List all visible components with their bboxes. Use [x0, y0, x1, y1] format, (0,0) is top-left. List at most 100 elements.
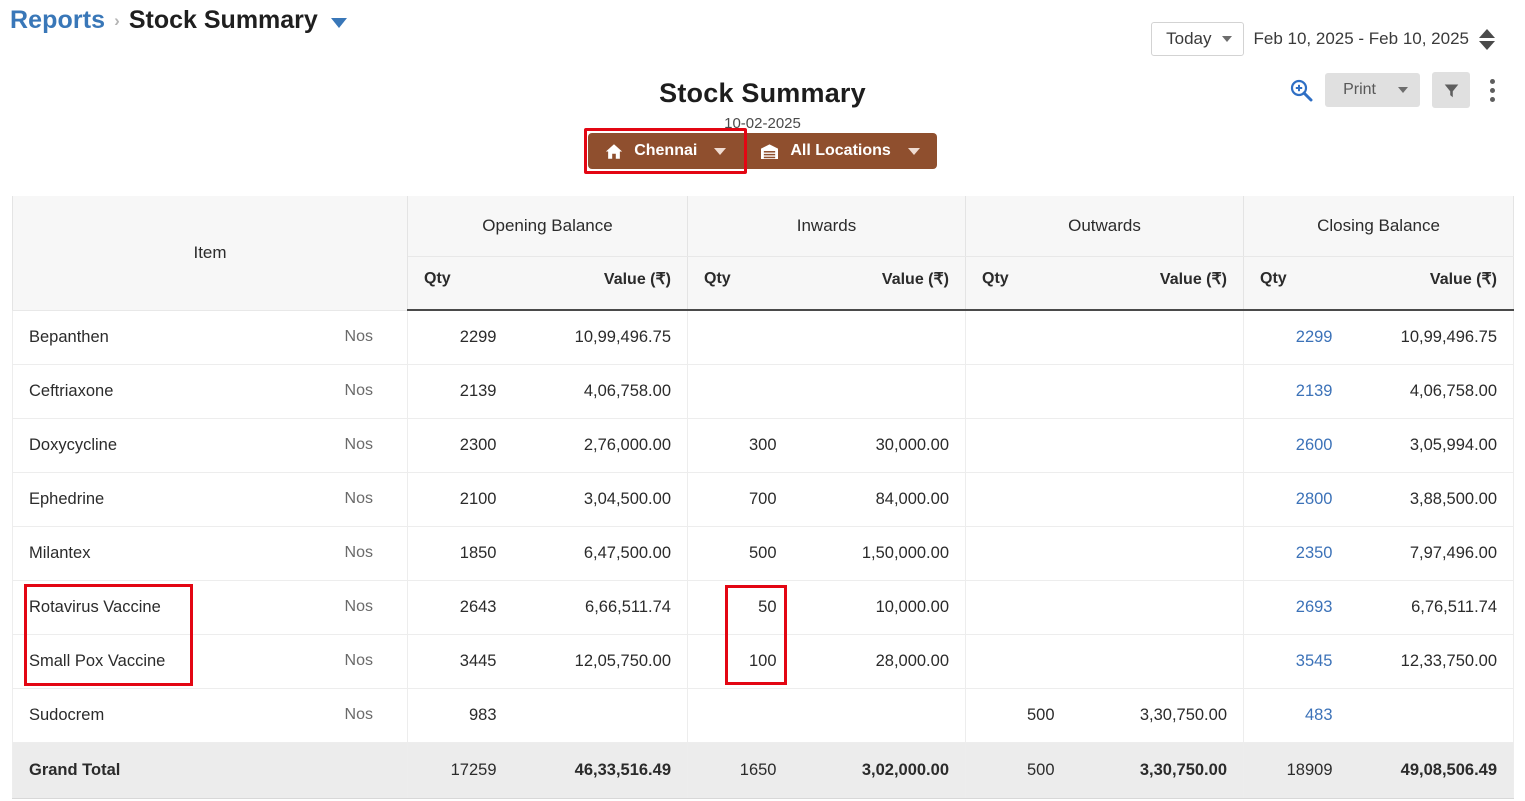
item-name-text: Rotavirus Vaccine — [29, 597, 161, 616]
item-uom: Nos — [344, 490, 373, 507]
date-range-stepper[interactable] — [1479, 28, 1495, 50]
cell-opening-value: 10,99,496.75 — [512, 310, 688, 365]
cell-grand-total-label: Grand Total — [12, 741, 408, 799]
cell-opening-qty: 3445 — [407, 634, 513, 689]
location-chennai-label: Chennai — [634, 142, 698, 159]
breadcrumb: Reports › Stock Summary — [10, 6, 347, 35]
caret-up-icon[interactable] — [1479, 28, 1495, 38]
table-row[interactable]: Ceftriaxone Nos 2139 4,06,758.00 2139 4,06,75… — [12, 364, 1515, 419]
cell-closing-qty[interactable]: 483 — [1243, 688, 1349, 743]
cell-inwards-value: 30,000.00 — [792, 418, 966, 473]
cell-closing-value: 3,05,994.00 — [1348, 418, 1515, 473]
item-uom: Nos — [344, 436, 373, 453]
closing-qty-link[interactable]: 2350 — [1296, 544, 1333, 562]
item-name-text: Sudocrem — [29, 705, 105, 724]
item-uom: Nos — [344, 382, 373, 399]
cell-item-name: Ceftriaxone Nos — [12, 364, 408, 419]
closing-qty-link[interactable]: 2139 — [1296, 382, 1333, 400]
cell-closing-qty[interactable]: 2299 — [1243, 310, 1349, 365]
closing-qty-link[interactable]: 2800 — [1296, 490, 1333, 508]
cell-inwards-value — [792, 364, 966, 419]
cell-outwards-qty — [965, 634, 1071, 689]
location-all-locations-button[interactable]: All Locations — [743, 133, 937, 169]
cell-outwards-qty — [965, 580, 1071, 635]
caret-down-icon[interactable] — [1479, 40, 1495, 50]
cell-item-name: Small Pox Vaccine Nos — [12, 634, 408, 689]
cell-closing-value: 6,76,511.74 — [1348, 580, 1515, 635]
report-heading: Stock Summary 10-02-2025 — [0, 78, 1525, 132]
stock-summary-table: Item Opening Balance Inwards Outwards Cl… — [12, 196, 1515, 799]
cell-outwards-value — [1070, 472, 1244, 527]
table-row[interactable]: Rotavirus Vaccine Nos 2643 6,66,511.74 50 10,… — [12, 580, 1515, 635]
cell-inwards-qty: 100 — [687, 634, 793, 689]
breadcrumb-reports-link[interactable]: Reports — [10, 6, 105, 35]
closing-qty-link[interactable]: 483 — [1305, 706, 1333, 724]
cell-item-name: Ephedrine Nos — [12, 472, 408, 527]
table-row[interactable]: Small Pox Vaccine Nos 3445 12,05,750.00 100 2… — [12, 634, 1515, 689]
closing-qty-link[interactable]: 3545 — [1296, 652, 1333, 670]
sub-header-inwards-qty: Qty — [687, 256, 793, 311]
cell-opening-value: 6,47,500.00 — [512, 526, 688, 581]
chevron-down-icon — [907, 147, 920, 155]
chevron-down-icon[interactable] — [330, 17, 347, 28]
table-body: Bepanthen Nos 2299 10,99,496.75 2299 10,99,49… — [12, 310, 1515, 799]
cell-opening-value — [512, 688, 688, 743]
cell-opening-qty: 2300 — [407, 418, 513, 473]
cell-inwards-qty: 700 — [687, 472, 793, 527]
cell-outwards-qty — [965, 364, 1071, 419]
table-row[interactable]: Sudocrem Nos 983 500 3,30,750.00 483 — [12, 688, 1515, 743]
cell-inwards-value: 1,50,000.00 — [792, 526, 966, 581]
cell-item-name: Bepanthen Nos — [12, 310, 408, 365]
cell-grand-total-opening-qty: 17259 — [407, 741, 513, 799]
cell-item-name: Doxycycline Nos — [12, 418, 408, 473]
cell-outwards-value: 3,30,750.00 — [1070, 688, 1244, 743]
cell-closing-value: 4,06,758.00 — [1348, 364, 1515, 419]
column-header-item: Item — [12, 196, 408, 311]
table-row[interactable]: Bepanthen Nos 2299 10,99,496.75 2299 10,99,49… — [12, 310, 1515, 365]
cell-closing-qty[interactable]: 2600 — [1243, 418, 1349, 473]
date-range-text[interactable]: Feb 10, 2025 - Feb 10, 2025 — [1254, 29, 1470, 49]
cell-inwards-qty: 300 — [687, 418, 793, 473]
grand-total-row: Grand Total 17259 46,33,516.49 1650 3,02,000… — [12, 741, 1515, 799]
cell-closing-qty[interactable]: 2139 — [1243, 364, 1349, 419]
cell-closing-value: 7,97,496.00 — [1348, 526, 1515, 581]
location-chennai-button[interactable]: Chennai — [588, 133, 744, 169]
cell-outwards-qty — [965, 526, 1071, 581]
cell-inwards-value — [792, 310, 966, 365]
top-bar: Reports › Stock Summary Today Feb 10, 20… — [0, 0, 1525, 108]
cell-closing-qty[interactable]: 2693 — [1243, 580, 1349, 635]
cell-outwards-qty: 500 — [965, 688, 1071, 743]
table-row[interactable]: Doxycycline Nos 2300 2,76,000.00 300 30,000.0… — [12, 418, 1515, 473]
cell-opening-value: 12,05,750.00 — [512, 634, 688, 689]
cell-closing-qty[interactable]: 2800 — [1243, 472, 1349, 527]
cell-outwards-qty — [965, 472, 1071, 527]
sub-header-outwards-value: Value (₹) — [1070, 256, 1244, 311]
cell-outwards-qty — [965, 418, 1071, 473]
cell-grand-total-opening-value: 46,33,516.49 — [512, 741, 688, 799]
cell-closing-qty[interactable]: 3545 — [1243, 634, 1349, 689]
cell-opening-qty: 2100 — [407, 472, 513, 527]
today-dropdown-button[interactable]: Today — [1151, 22, 1244, 56]
table-group-header-row: Item Opening Balance Inwards Outwards Cl… — [12, 196, 1515, 311]
breadcrumb-current-page: Stock Summary — [128, 6, 318, 34]
cell-closing-qty[interactable]: 2350 — [1243, 526, 1349, 581]
item-uom: Nos — [344, 598, 373, 615]
table-row[interactable]: Ephedrine Nos 2100 3,04,500.00 700 84,000.00 2… — [12, 472, 1515, 527]
warehouse-icon — [761, 143, 779, 159]
table-row[interactable]: Milantex Nos 1850 6,47,500.00 500 1,50,000.00… — [12, 526, 1515, 581]
cell-opening-qty: 983 — [407, 688, 513, 743]
item-name-text: Doxycycline — [29, 435, 118, 454]
cell-outwards-value — [1070, 418, 1244, 473]
item-name-text: Small Pox Vaccine — [29, 651, 166, 670]
closing-qty-link[interactable]: 2693 — [1296, 598, 1333, 616]
closing-qty-link[interactable]: 2600 — [1296, 436, 1333, 454]
item-uom: Nos — [344, 706, 373, 723]
cell-grand-total-closing-qty: 18909 — [1243, 741, 1349, 799]
closing-qty-link[interactable]: 2299 — [1296, 328, 1333, 346]
cell-opening-value: 6,66,511.74 — [512, 580, 688, 635]
cell-grand-total-inwards-qty: 1650 — [687, 741, 793, 799]
cell-opening-qty: 2643 — [407, 580, 513, 635]
column-group-closing-balance: Closing Balance — [1242, 196, 1515, 257]
cell-outwards-value — [1070, 364, 1244, 419]
sub-header-closing-value: Value (₹) — [1348, 256, 1515, 311]
